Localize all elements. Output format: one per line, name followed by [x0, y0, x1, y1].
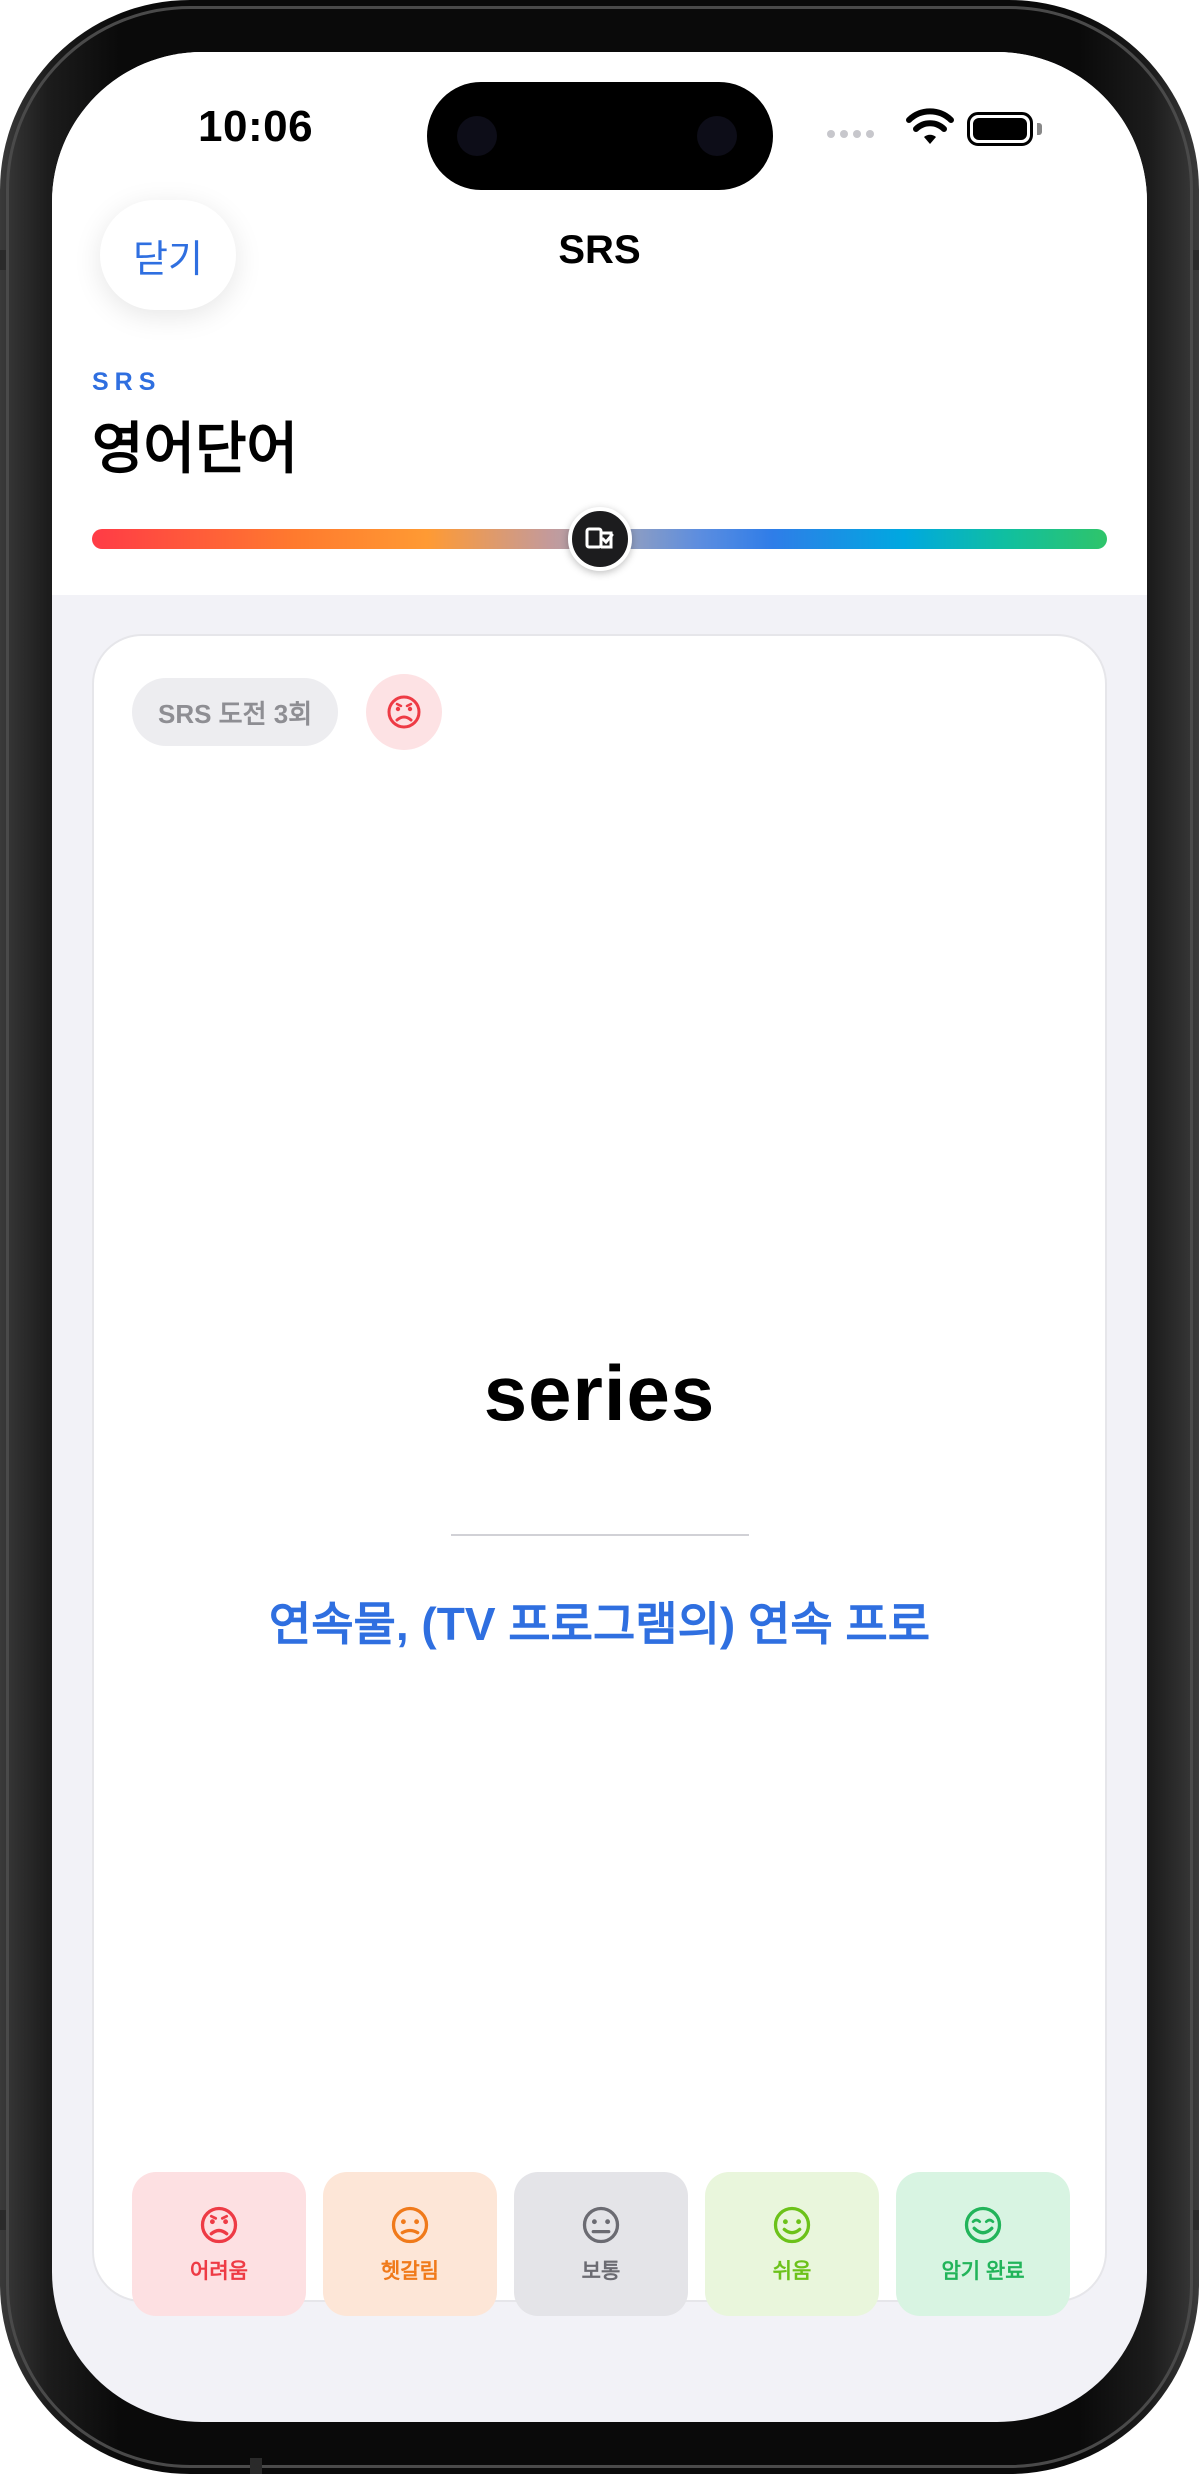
- signal-dot: [866, 130, 874, 138]
- rating-button-easy[interactable]: 쉬움: [705, 2172, 879, 2316]
- deck-subtitle: SRS: [92, 368, 162, 396]
- side-button-left-top: [0, 250, 6, 270]
- rating-label: 보통: [581, 2260, 621, 2283]
- dynamic-island: [427, 82, 773, 190]
- rating-label: 헷갈림: [381, 2260, 439, 2283]
- battery-icon: [967, 112, 1033, 146]
- wifi-icon: [906, 108, 954, 144]
- rating-label: 쉬움: [772, 2260, 812, 2283]
- smile-icon: [773, 2206, 811, 2244]
- card-meaning: 연속물, (TV 프로그램의) 연속 프로: [268, 1598, 931, 1650]
- rating-label: 암기 완료: [941, 2260, 1025, 2283]
- side-button-bottom-right: [1193, 2210, 1199, 2230]
- side-button-right-top: [1193, 250, 1199, 270]
- neutral-icon: [582, 2206, 620, 2244]
- grin-icon: [964, 2206, 1002, 2244]
- card-word: series: [483, 1349, 716, 1437]
- progress-slider-thumb[interactable]: [567, 507, 632, 571]
- nav-title: SRS: [558, 228, 641, 272]
- bottom-edge-mark: [250, 2458, 262, 2474]
- srs-attempt-badge: SRS 도전 3회: [132, 678, 339, 746]
- deck-title: 영어단어: [92, 417, 299, 480]
- screen: 10:06 닫기 SRS SRS 영어단어 SRS 도전 3회 series 연…: [52, 52, 1147, 2422]
- signal-dot: [840, 130, 848, 138]
- rating-button-hard[interactable]: 어려움: [132, 2172, 306, 2316]
- status-time: 10:06: [198, 102, 314, 151]
- rating-button-confused[interactable]: 헷갈림: [323, 2172, 497, 2316]
- side-button-bottom-left: [0, 2210, 6, 2230]
- flashcard[interactable]: SRS 도전 3회 series 연속물, (TV 프로그램의) 연속 프로 어…: [92, 634, 1107, 2316]
- rating-button-memorized[interactable]: 암기 완료: [896, 2172, 1070, 2316]
- difficulty-badge: [366, 674, 442, 750]
- battery-tip: [1037, 123, 1042, 135]
- confused-icon: [391, 2206, 429, 2244]
- frown-icon: [200, 2206, 238, 2244]
- rating-buttons: 어려움 헷갈림 보통 쉬움 암기 완료: [132, 2172, 1070, 2316]
- camera-right: [697, 116, 737, 156]
- card-divider: [451, 1534, 749, 1536]
- rating-label: 어려움: [190, 2260, 248, 2283]
- camera-left: [457, 116, 497, 156]
- signal-dot: [827, 130, 835, 138]
- frown-icon: [387, 695, 421, 729]
- signal-dot: [853, 130, 861, 138]
- rating-button-normal[interactable]: 보통: [514, 2172, 688, 2316]
- book-check-icon: [585, 527, 613, 549]
